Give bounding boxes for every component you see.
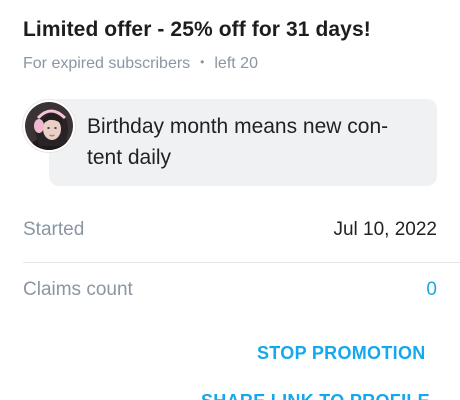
started-value: Jul 10, 2022 xyxy=(333,219,437,240)
offer-audience: For expired subscribers xyxy=(23,55,191,72)
claims-count-link[interactable]: 0 xyxy=(426,279,437,301)
avatar[interactable] xyxy=(23,100,75,152)
promotion-message-bubble: Birthday month means new con-tent daily xyxy=(49,99,437,186)
stop-promotion-button[interactable]: STOP PROMOTION xyxy=(257,343,426,364)
divider xyxy=(23,262,460,263)
claims-label: Claims count xyxy=(23,279,133,300)
promotion-message-text: Birthday month means new con-tent daily xyxy=(87,115,389,169)
offer-title: Limited offer - 25% off for 31 days! xyxy=(23,18,371,41)
started-row: Started Jul 10, 2022 xyxy=(23,219,437,241)
offer-subtitle: For expired subscribers • left 20 xyxy=(23,55,258,73)
claims-row: Claims count 0 xyxy=(23,279,437,301)
separator-dot: • xyxy=(200,55,205,69)
started-label: Started xyxy=(23,219,85,240)
share-link-button[interactable]: SHARE LINK TO PROFILE xyxy=(201,391,430,400)
offer-remaining: left 20 xyxy=(214,55,258,72)
